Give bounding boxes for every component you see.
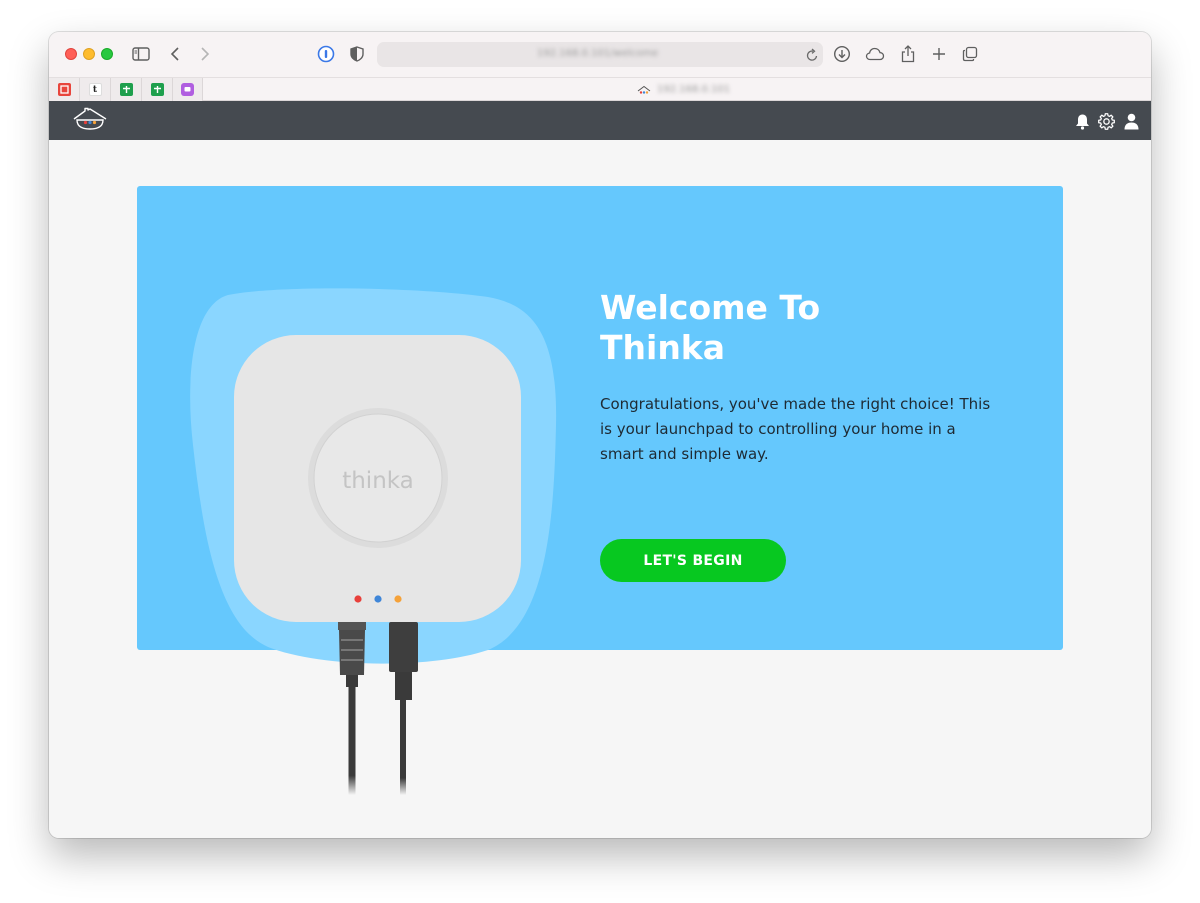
address-bar[interactable]: 192.168.0.101/welcome xyxy=(377,42,823,67)
pinned-tab-office[interactable] xyxy=(49,78,80,101)
gear-icon[interactable] xyxy=(1097,112,1115,130)
browser-window: 192.168.0.101/welcome t 192.168.0.101 th… xyxy=(49,32,1151,838)
pinned-tab-chat[interactable] xyxy=(173,78,203,101)
zoom-window-button[interactable] xyxy=(101,48,113,60)
bell-icon[interactable] xyxy=(1073,112,1091,130)
new-tab-icon[interactable] xyxy=(928,43,950,65)
sheets-icon xyxy=(150,83,164,96)
active-tab-title[interactable]: 192.168.0.101 xyxy=(657,84,730,95)
user-icon[interactable] xyxy=(1122,112,1140,130)
app-header xyxy=(49,101,1151,140)
back-icon[interactable] xyxy=(164,43,186,65)
page-title: Welcome To Thinka xyxy=(600,288,821,367)
office-icon xyxy=(57,83,71,96)
tab-overview-icon[interactable] xyxy=(959,43,981,65)
minimize-window-button[interactable] xyxy=(83,48,95,60)
led-blue xyxy=(374,595,382,603)
t-icon: t xyxy=(88,83,102,96)
browser-toolbar: 192.168.0.101/welcome xyxy=(49,32,1151,77)
close-window-button[interactable] xyxy=(65,48,77,60)
reload-icon[interactable] xyxy=(806,47,819,66)
power-cable xyxy=(389,622,418,795)
share-icon[interactable] xyxy=(897,43,919,65)
downloads-icon[interactable] xyxy=(831,43,853,65)
main-content: thinka Welcome To Thinka Congratulations… xyxy=(49,140,1151,838)
pinned-tab-sheets[interactable] xyxy=(111,78,142,101)
icloud-tabs-icon[interactable] xyxy=(864,43,886,65)
tab-bar: t 192.168.0.101 xyxy=(49,77,1151,101)
thinka-tab-favicon-icon xyxy=(637,85,651,94)
ethernet-cable xyxy=(338,622,366,795)
address-text: 192.168.0.101/welcome xyxy=(537,48,659,59)
welcome-description: Congratulations, you've made the right c… xyxy=(600,395,991,463)
hub-brand-text: thinka xyxy=(342,468,414,494)
hero-text-block: Welcome To Thinka Congratulations, you'v… xyxy=(600,288,1000,467)
chat-icon xyxy=(181,83,194,96)
led-orange xyxy=(394,595,402,603)
thinka-hub-illustration: thinka xyxy=(190,288,557,795)
pinned-tab-sheets-2[interactable] xyxy=(142,78,173,101)
forward-icon[interactable] xyxy=(194,43,216,65)
password-manager-icon[interactable] xyxy=(315,43,337,65)
lets-begin-button[interactable]: LET'S BEGIN xyxy=(600,539,786,582)
thinka-home-logo-icon[interactable] xyxy=(71,107,109,133)
sidebar-toggle-icon[interactable] xyxy=(130,43,152,65)
privacy-shield-icon[interactable] xyxy=(346,43,368,65)
led-red xyxy=(354,595,362,603)
sheets-icon xyxy=(119,83,133,96)
pinned-tab-t[interactable]: t xyxy=(80,78,111,101)
